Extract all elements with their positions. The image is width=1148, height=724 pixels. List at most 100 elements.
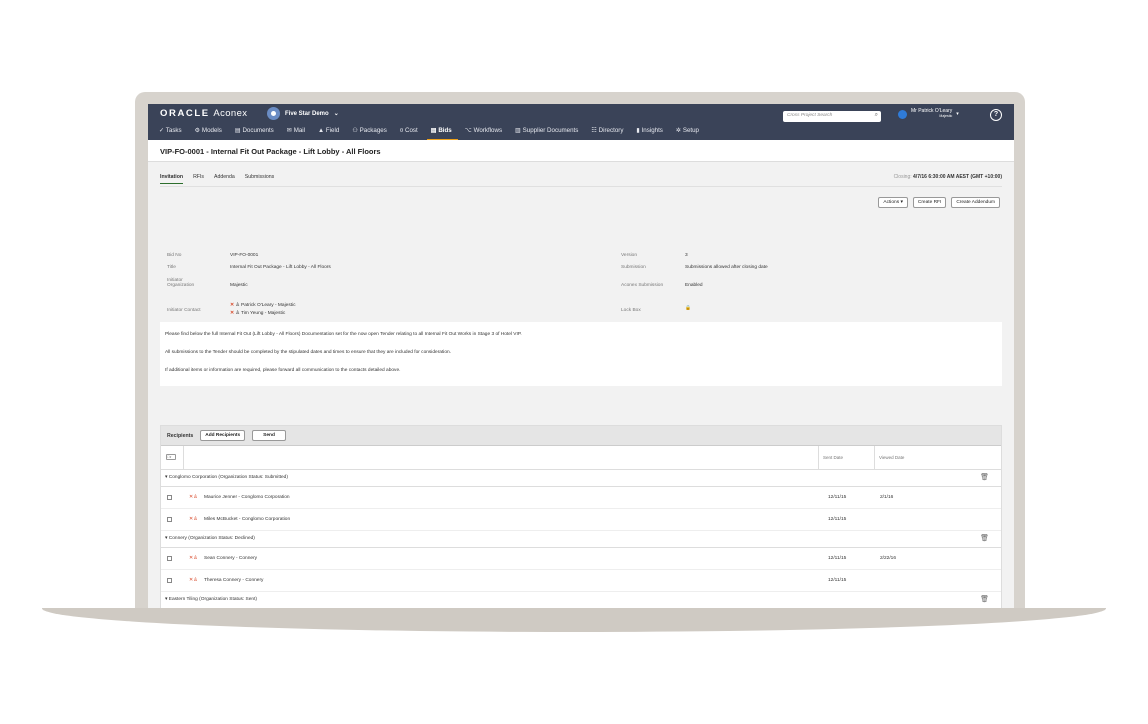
tab-submissions[interactable]: Submissions bbox=[245, 174, 274, 184]
divider bbox=[874, 446, 875, 469]
user-menu[interactable]: Mr Patrick O'Leary Majestic ▾ bbox=[898, 109, 959, 119]
nav-item-mail[interactable]: ✉ Mail bbox=[287, 127, 305, 141]
tab-invitation[interactable]: Invitation bbox=[160, 174, 184, 184]
sent-date: 12/11/15 bbox=[828, 517, 847, 522]
tab-rfis[interactable]: RFIs bbox=[193, 174, 204, 184]
app-screen: ORACLE Aconex Five Star Demo ⌄ Cross Pro… bbox=[148, 104, 1014, 608]
recipient-row[interactable]: ✕♙ Theresa Connery - Connery 12/11/15 bbox=[161, 570, 1001, 592]
recipient-row[interactable]: ✕♙ Sean Connery - Connery 12/11/15 2/22/16 bbox=[161, 548, 1001, 570]
cross-project-search-input[interactable]: Cross Project Search ⌕ bbox=[783, 111, 881, 122]
description-line: If additional items or information are r… bbox=[165, 368, 401, 373]
remove-person-icon[interactable]: ✕♙ bbox=[189, 577, 198, 583]
actions-button[interactable]: Actions ▾ bbox=[878, 197, 908, 208]
chevron-down-icon: ⌄ bbox=[333, 111, 339, 117]
user-org: Majestic bbox=[939, 114, 953, 118]
group-label[interactable]: ▾ Connery (Organization Status: Declined… bbox=[165, 536, 255, 541]
description-line: Please find below the full Internal Fit … bbox=[165, 332, 522, 337]
sent-date: 12/11/15 bbox=[828, 495, 847, 500]
invitation-description: Please find below the full Internal Fit … bbox=[160, 322, 1002, 386]
nav-item-supplier-documents[interactable]: ▥ Supplier Documents bbox=[515, 127, 578, 141]
recipient-name: Sean Connery - Connery bbox=[204, 556, 258, 561]
recipient-row[interactable]: ✕♙ Maurice Jenner - Conglomo Corporation 1… bbox=[161, 487, 1001, 509]
nav-label: Models bbox=[201, 127, 222, 134]
nav-label: Field bbox=[325, 127, 340, 134]
nav-item-insights[interactable]: ▮ Insights bbox=[636, 127, 662, 141]
lock-box-label: Lock Box bbox=[621, 308, 641, 313]
chevron-down-icon: ▾ bbox=[165, 475, 168, 480]
recipient-group[interactable]: ▾ Eastern Tiling (Organization Status: S… bbox=[161, 592, 1001, 608]
nav-label: Tasks bbox=[165, 127, 182, 134]
recipient-row[interactable]: ✕♙ Miles McBucket - Conglomo Corporation 1… bbox=[161, 509, 1001, 531]
tab-addenda[interactable]: Addenda bbox=[214, 174, 235, 184]
chevron-down-icon: ▾ bbox=[165, 597, 168, 602]
submission-label: Submission bbox=[621, 265, 646, 270]
bid-tabs: Invitation RFIs Addenda Submissions bbox=[160, 174, 284, 184]
row-checkbox[interactable] bbox=[167, 556, 172, 561]
page-title: VIP-FO-0001 - Internal Fit Out Package -… bbox=[160, 147, 381, 156]
recipient-name: Theresa Connery - Connery bbox=[204, 578, 264, 583]
nav-icon: ▲ bbox=[318, 127, 325, 134]
nav-icon: ⌥ bbox=[464, 127, 472, 134]
remove-icon[interactable]: ✕ bbox=[230, 303, 234, 308]
action-buttons: Actions ▾ Create RFI Create Addendum bbox=[878, 197, 1000, 208]
recipient-group[interactable]: ▾ Conglomo Corporation (Organization Sta… bbox=[161, 470, 1001, 487]
remove-person-icon[interactable]: ✕♙ bbox=[189, 555, 198, 561]
send-button[interactable]: Send bbox=[252, 430, 286, 441]
row-checkbox[interactable] bbox=[167, 517, 172, 522]
laptop-mockup: ORACLE Aconex Five Star Demo ⌄ Cross Pro… bbox=[0, 0, 1148, 724]
nav-item-packages[interactable]: ⚇ Packages bbox=[352, 127, 386, 141]
row-checkbox[interactable] bbox=[167, 495, 172, 500]
create-rfi-button[interactable]: Create RFI bbox=[912, 197, 947, 208]
closing-date: Closing: 4/7/16 6:30:00 AM AEST (GMT +10… bbox=[893, 174, 1002, 180]
aconex-submission-label: Aconex Submission bbox=[621, 283, 664, 288]
contact-1[interactable]: ✕ ♙ Patrick O'Leary - Majestic bbox=[230, 303, 296, 308]
sent-date-column[interactable]: Sent Date bbox=[823, 455, 843, 460]
nav-label: Mail bbox=[293, 127, 306, 134]
trash-icon[interactable]: 🗑 bbox=[980, 473, 989, 481]
nav-icon: ✲ bbox=[675, 127, 682, 134]
recipients-panel: Recipients Add Recipients Send ☐▾ Sent D… bbox=[160, 425, 1002, 608]
group-label[interactable]: ▾ Eastern Tiling (Organization Status: S… bbox=[165, 597, 257, 602]
nav-icon: ⚇ bbox=[352, 127, 358, 134]
add-recipients-button[interactable]: Add Recipients bbox=[200, 430, 246, 441]
nav-label: Workflows bbox=[473, 127, 503, 134]
nav-item-field[interactable]: ▲ Field bbox=[318, 127, 339, 141]
group-label[interactable]: ▾ Conglomo Corporation (Organization Sta… bbox=[165, 475, 288, 480]
nav-item-documents[interactable]: ▤ Documents bbox=[235, 127, 274, 141]
nav-item-tasks[interactable]: ✓ Tasks bbox=[159, 127, 182, 141]
oracle-aconex-logo[interactable]: ORACLE Aconex bbox=[160, 108, 247, 119]
title-value: Internal Fit Out Package - Lift Lobby - … bbox=[230, 265, 331, 270]
project-selector[interactable]: Five Star Demo ⌄ bbox=[267, 107, 339, 120]
help-icon[interactable]: ? bbox=[990, 109, 1002, 121]
nav-item-setup[interactable]: ✲ Setup bbox=[676, 127, 699, 141]
nav-label: Packages bbox=[359, 127, 387, 134]
project-icon bbox=[267, 107, 280, 120]
row-checkbox[interactable] bbox=[167, 578, 172, 583]
recipients-list: ▾ Conglomo Corporation (Organization Sta… bbox=[161, 470, 1001, 608]
nav-item-models[interactable]: ⚙ Models bbox=[195, 127, 222, 141]
create-addendum-button[interactable]: Create Addendum bbox=[951, 197, 1000, 208]
nav-item-cost[interactable]: ¤ Cost bbox=[400, 127, 418, 141]
nav-item-directory[interactable]: ☷ Directory bbox=[591, 127, 623, 141]
nav-icon: ¤ bbox=[399, 127, 404, 134]
nav-icon: ▮ bbox=[636, 127, 640, 134]
contact-2[interactable]: ✕ ♙ Tim Yeung - Majestic bbox=[230, 311, 285, 316]
recipient-group[interactable]: ▾ Connery (Organization Status: Declined… bbox=[161, 531, 1001, 548]
nav-item-workflows[interactable]: ⌥ Workflows bbox=[465, 127, 502, 141]
nav-label: Setup bbox=[682, 127, 699, 134]
search-icon[interactable]: ⌕ bbox=[875, 112, 878, 119]
nav-item-bids[interactable]: ▤ Bids bbox=[426, 127, 458, 141]
trash-icon[interactable]: 🗑 bbox=[980, 534, 989, 542]
select-all-checkbox[interactable]: ☐▾ bbox=[166, 454, 176, 460]
divider bbox=[160, 186, 1002, 187]
remove-icon[interactable]: ✕ bbox=[230, 311, 234, 316]
remove-person-icon[interactable]: ✕♙ bbox=[189, 494, 198, 500]
remove-person-icon[interactable]: ✕♙ bbox=[189, 516, 198, 522]
user-avatar-icon bbox=[898, 109, 907, 119]
recipients-header: Recipients Add Recipients Send bbox=[161, 426, 1001, 446]
recipient-name: Maurice Jenner - Conglomo Corporation bbox=[204, 495, 290, 500]
project-name: Five Star Demo bbox=[285, 110, 329, 117]
trash-icon[interactable]: 🗑 bbox=[980, 595, 989, 603]
viewed-date-column[interactable]: Viewed Date bbox=[879, 455, 904, 460]
org-value: Majestic bbox=[230, 283, 248, 288]
